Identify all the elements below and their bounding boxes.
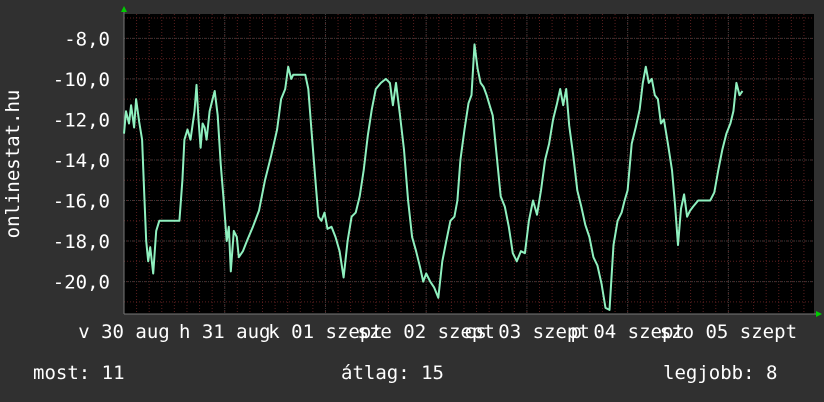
y-tick-label: -16,0 <box>53 190 110 212</box>
x-tick-label: v 30 aug <box>78 321 170 343</box>
x-axis-ticks: v 30 aug h 31 augk 01 szeptsze 02 szeptcs… <box>78 321 797 343</box>
y-tick-label: -12,0 <box>53 109 110 131</box>
average-value-text: átlag: 15 <box>341 362 444 384</box>
chart: -8,0 -10,0 -12,0 -14,0 -16,0 -18,0 -20,0 v 30 … <box>0 0 824 402</box>
x-tick-label: szo 05 szept <box>660 321 797 343</box>
best-value-text: legjobb: 8 <box>663 362 778 384</box>
y-tick-label: -18,0 <box>53 231 110 253</box>
y-tick-label: -14,0 <box>53 150 110 172</box>
y-tick-label: -10,0 <box>53 69 110 91</box>
y-tick-label: -8,0 <box>64 28 110 50</box>
y-tick-label: -20,0 <box>53 272 110 294</box>
x-tick-label: h 31 aug <box>179 321 271 343</box>
current-value-text: most: 11 <box>33 362 125 384</box>
y-axis-label: onlinestat.hu <box>2 90 24 239</box>
